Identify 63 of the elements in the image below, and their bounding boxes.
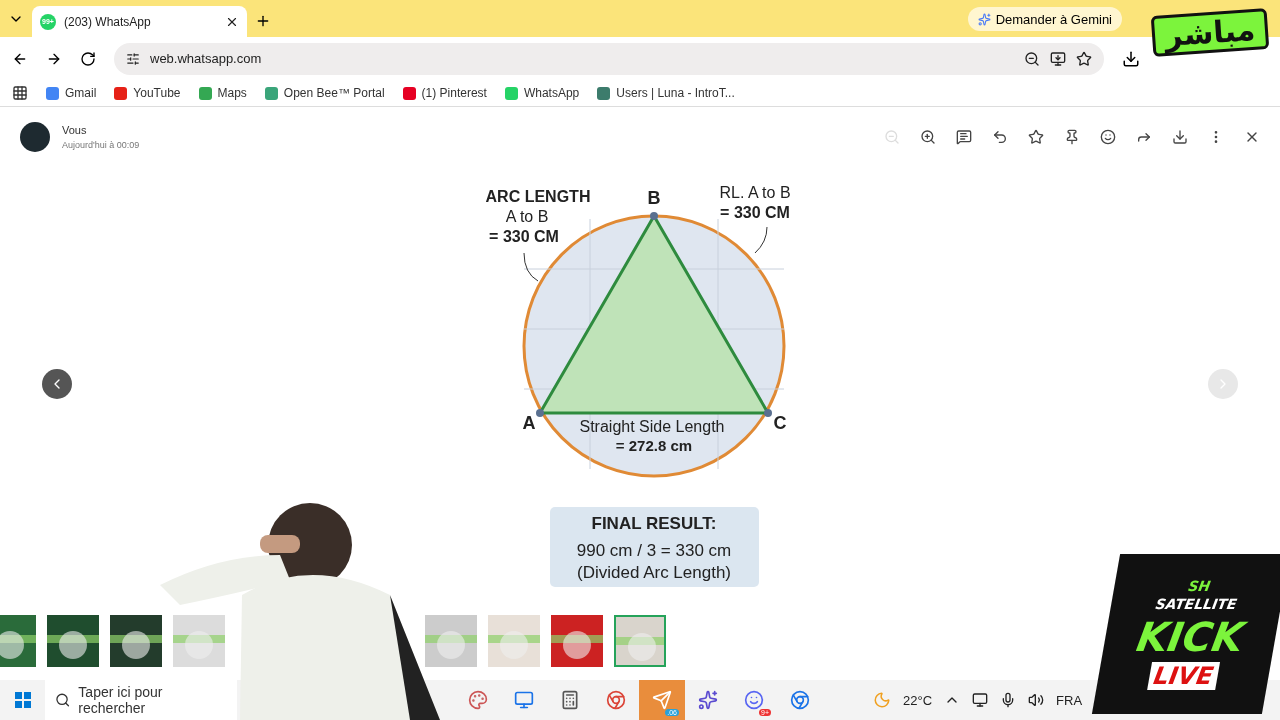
diagram-label: A to B xyxy=(505,207,549,225)
bookmark[interactable]: WhatsApp xyxy=(504,86,580,100)
reload-icon[interactable] xyxy=(80,50,96,67)
volume-icon[interactable] xyxy=(1028,692,1045,708)
message-icon[interactable] xyxy=(956,129,972,145)
search-icon xyxy=(55,692,71,708)
thumbnail[interactable] xyxy=(551,615,603,667)
channel-logo: SH SATELLITE KICK LIVE xyxy=(1091,554,1280,714)
sender-name: Vous xyxy=(62,124,88,136)
result-title: FINAL RESULT: xyxy=(591,513,717,533)
diagram-value: = 330 CM xyxy=(489,227,559,245)
browser-icon xyxy=(606,690,626,710)
tab-title: (203) WhatsApp xyxy=(64,14,152,29)
network-icon[interactable] xyxy=(972,692,989,708)
avatar xyxy=(20,122,50,152)
thumbnail[interactable] xyxy=(488,615,540,667)
smiley-icon xyxy=(744,690,764,710)
download-icon[interactable] xyxy=(1122,49,1140,68)
apps-icon[interactable] xyxy=(12,85,28,101)
bookmark[interactable]: Gmail xyxy=(46,86,97,100)
point-label: C xyxy=(773,412,787,433)
bookmark[interactable]: Maps xyxy=(198,86,247,100)
diagram-label: Straight Side Length xyxy=(579,417,725,435)
bookmark[interactable]: Users | Luna - IntroT... xyxy=(597,86,735,100)
diagram-value: = 272.8 cm xyxy=(615,436,693,454)
reply-icon[interactable] xyxy=(992,129,1008,145)
thumbnail[interactable] xyxy=(614,615,666,667)
zoom-in-icon[interactable] xyxy=(920,129,936,145)
browser-icon xyxy=(790,690,810,710)
bookmark[interactable]: YouTube xyxy=(114,86,181,100)
diagram-label: ARC LENGTH xyxy=(485,187,591,205)
leader-line xyxy=(523,252,539,281)
leader-line xyxy=(754,226,768,253)
bookmark[interactable]: (1) Pinterest xyxy=(402,86,487,100)
pin-icon[interactable] xyxy=(1064,129,1080,145)
download-icon[interactable] xyxy=(1172,129,1188,145)
point-label: B xyxy=(647,187,661,208)
new-tab-icon[interactable] xyxy=(255,13,271,29)
star-icon[interactable] xyxy=(1028,129,1044,145)
gemini-button[interactable]: Demander à Gemini xyxy=(967,7,1122,31)
paper-plane-icon xyxy=(652,690,672,710)
temperature: 22°C xyxy=(903,692,933,708)
message-time: Aujourd'hui à 00:09 xyxy=(62,140,140,150)
search-placeholder: Taper ici pour rechercher xyxy=(78,684,164,716)
thumbnail[interactable] xyxy=(110,615,162,667)
result-note: (Divided Arc Length) xyxy=(577,562,731,582)
sparkle-icon xyxy=(977,12,991,26)
weather-icon xyxy=(873,691,891,709)
calculator-icon xyxy=(560,690,580,710)
address-bar[interactable]: web.whatsapp.com xyxy=(114,42,1104,75)
emoji-icon[interactable] xyxy=(1100,129,1116,145)
diagram-value: = 330 CM xyxy=(720,203,790,221)
thumbnail[interactable] xyxy=(47,615,99,667)
sparkle-icon xyxy=(698,690,718,710)
point-label: A xyxy=(522,412,536,433)
result-equation: 990 cm / 3 = 330 cm xyxy=(576,540,732,560)
bookmark[interactable]: Open Bee™ Portal xyxy=(264,86,385,100)
palette-icon xyxy=(468,690,488,710)
previous-button[interactable] xyxy=(42,368,72,399)
diagram-label: RL. A to B xyxy=(719,183,791,201)
windows-icon xyxy=(14,692,31,708)
monitor-icon xyxy=(514,690,534,710)
language-indicator[interactable]: FRA xyxy=(1056,692,1083,708)
